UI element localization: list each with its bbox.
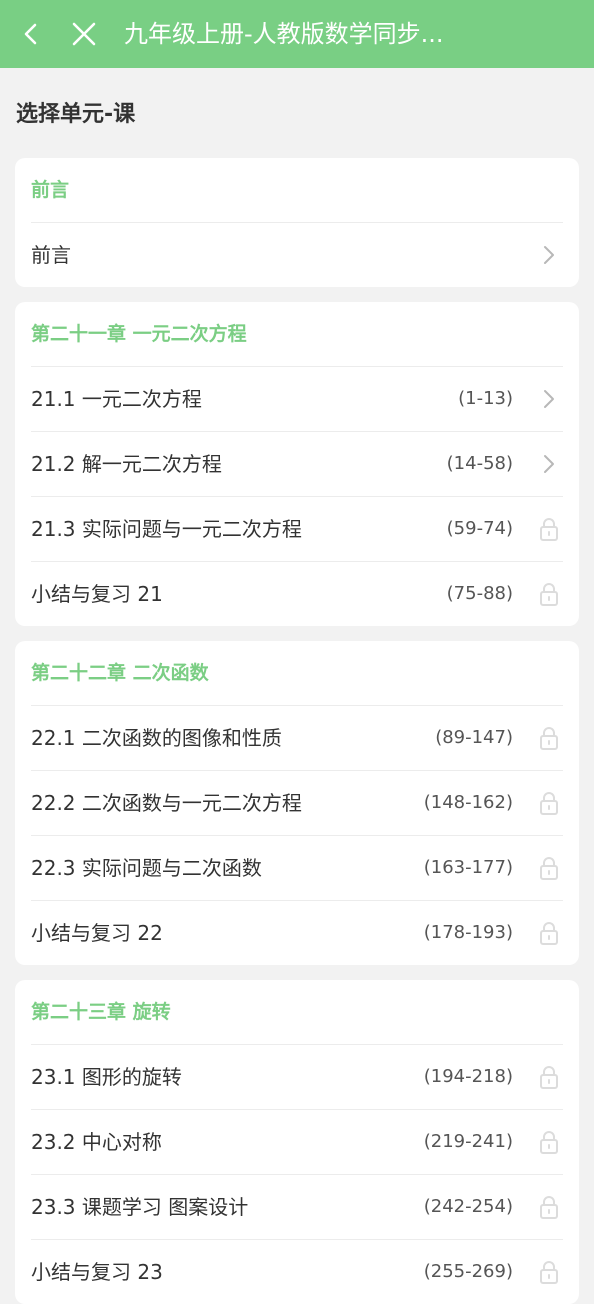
- lesson-label: 小结与复习 23: [31, 1260, 163, 1284]
- lesson-label: 小结与复习 21: [31, 582, 163, 606]
- unit-title: 第二十三章 旋转: [31, 1001, 171, 1023]
- lock-icon: [537, 1195, 561, 1219]
- lesson-row[interactable]: 23.1 图形的旋转 (194-218): [31, 1044, 563, 1109]
- lesson-pages: (1-13): [458, 388, 513, 409]
- lesson-pages: (242-254): [423, 1196, 513, 1217]
- lesson-label: 22.2 二次函数与一元二次方程: [31, 791, 302, 815]
- close-icon: [72, 22, 96, 46]
- lesson-pages: (255-269): [423, 1261, 513, 1282]
- lesson-label: 23.1 图形的旋转: [31, 1065, 182, 1089]
- lock-icon: [537, 517, 561, 541]
- unit-title: 第二十一章 一元二次方程: [31, 323, 247, 345]
- lock-icon: [537, 1260, 561, 1284]
- lock-icon: [537, 582, 561, 606]
- lesson-label: 23.3 课题学习 图案设计: [31, 1195, 249, 1219]
- unit-title: 前言: [31, 179, 70, 201]
- lock-icon: [537, 791, 561, 815]
- section-title: 选择单元-课: [16, 102, 136, 127]
- lesson-pages: (14-58): [446, 453, 513, 474]
- unit-card: 第二十三章 旋转 23.1 图形的旋转 (194-218) 23.2 中心对称 (219…: [15, 980, 579, 1304]
- lesson-pages: (194-218): [423, 1066, 513, 1087]
- unit-card: 第二十一章 一元二次方程 21.1 一元二次方程 (1-13) 21.2 解一元二次方…: [15, 302, 579, 626]
- unit-card: 第二十二章 二次函数 22.1 二次函数的图像和性质 (89-147) 22.2 二次…: [15, 641, 579, 965]
- lesson-row[interactable]: 小结与复习 21 (75-88): [31, 561, 563, 626]
- lesson-row[interactable]: 21.3 实际问题与一元二次方程 (59-74): [31, 496, 563, 561]
- lesson-label: 22.3 实际问题与二次函数: [31, 856, 262, 880]
- lesson-label: 小结与复习 22: [31, 921, 163, 945]
- top-bar: 九年级上册-人教版数学同步...: [0, 0, 594, 68]
- lesson-row[interactable]: 21.2 解一元二次方程 (14-58): [31, 431, 563, 496]
- chevron-left-icon: [24, 23, 37, 45]
- close-button[interactable]: [62, 12, 106, 56]
- lesson-row[interactable]: 小结与复习 22 (178-193): [31, 900, 563, 965]
- lesson-label: 22.1 二次函数的图像和性质: [31, 726, 282, 750]
- lock-icon: [537, 1065, 561, 1089]
- lesson-pages: (178-193): [423, 922, 513, 943]
- lesson-label: 21.1 一元二次方程: [31, 387, 202, 411]
- lesson-row[interactable]: 23.2 中心对称 (219-241): [31, 1109, 563, 1174]
- chevron-right-icon: [537, 243, 561, 267]
- lesson-pages: (89-147): [435, 727, 513, 748]
- lock-icon: [537, 856, 561, 880]
- lesson-label: 23.2 中心对称: [31, 1130, 162, 1154]
- lock-icon: [537, 921, 561, 945]
- lesson-pages: (75-88): [446, 583, 513, 604]
- lesson-row[interactable]: 前言: [31, 222, 563, 287]
- lesson-pages: (148-162): [423, 792, 513, 813]
- lesson-label: 21.3 实际问题与一元二次方程: [31, 517, 302, 541]
- page-title: 九年级上册-人教版数学同步...: [124, 20, 444, 48]
- lesson-label: 前言: [31, 243, 71, 267]
- chevron-right-icon: [537, 452, 561, 476]
- lesson-row[interactable]: 22.2 二次函数与一元二次方程 (148-162): [31, 770, 563, 835]
- lesson-row[interactable]: 小结与复习 23 (255-269): [31, 1239, 563, 1304]
- lesson-pages: (59-74): [446, 518, 513, 539]
- lesson-row[interactable]: 22.1 二次函数的图像和性质 (89-147): [31, 705, 563, 770]
- lesson-row[interactable]: 21.1 一元二次方程 (1-13): [31, 366, 563, 431]
- lesson-pages: (163-177): [423, 857, 513, 878]
- lesson-pages: (219-241): [423, 1131, 513, 1152]
- unit-card: 前言 前言: [15, 158, 579, 287]
- unit-title: 第二十二章 二次函数: [31, 662, 209, 684]
- chevron-right-icon: [537, 387, 561, 411]
- lesson-label: 21.2 解一元二次方程: [31, 452, 222, 476]
- lock-icon: [537, 1130, 561, 1154]
- lock-icon: [537, 726, 561, 750]
- lesson-row[interactable]: 23.3 课题学习 图案设计 (242-254): [31, 1174, 563, 1239]
- back-button[interactable]: [10, 12, 54, 56]
- lesson-row[interactable]: 22.3 实际问题与二次函数 (163-177): [31, 835, 563, 900]
